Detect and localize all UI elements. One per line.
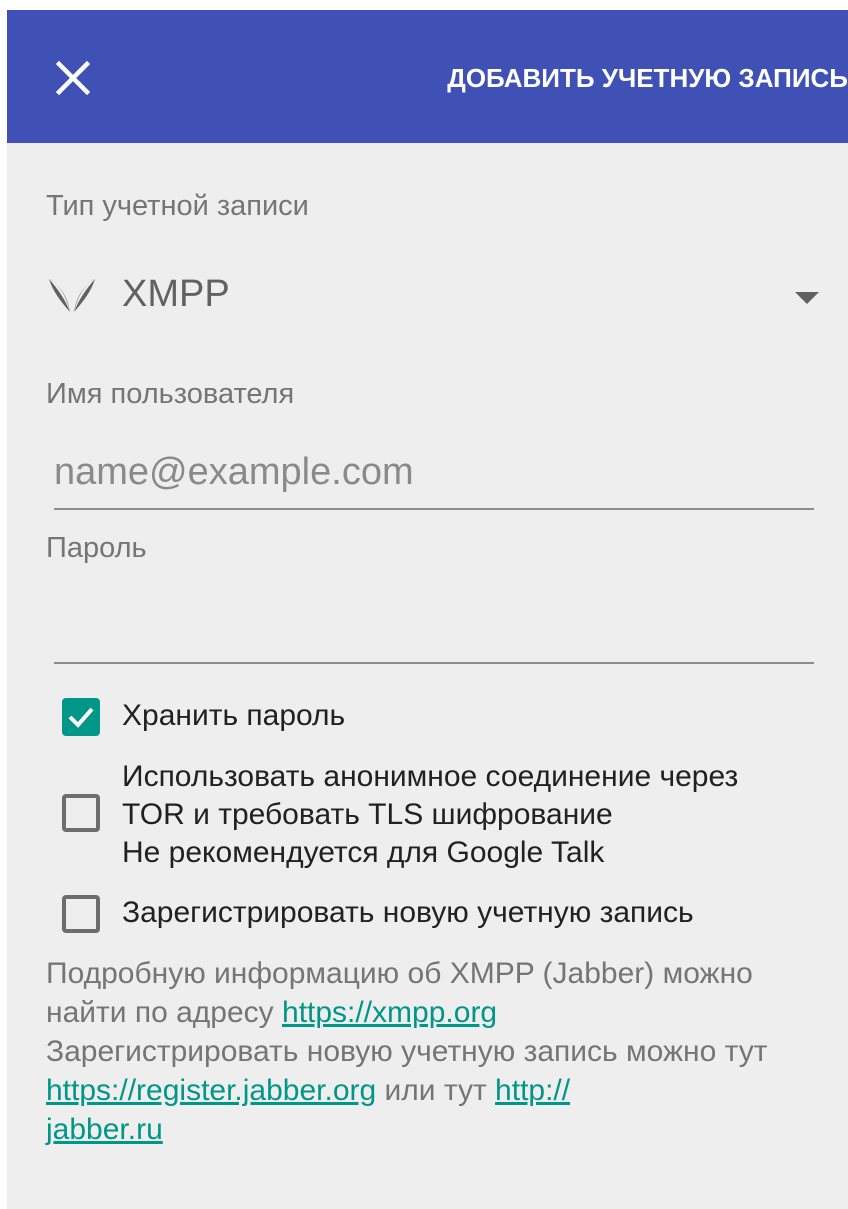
jabber-ru-link-part2: jabber.ru xyxy=(46,1113,163,1146)
save-password-checkbox[interactable] xyxy=(62,698,100,736)
save-password-option[interactable]: Хранить пароль xyxy=(60,696,440,738)
tor-label-line2: TOR и требовать TLS шифрование xyxy=(122,798,613,831)
account-type-value: XMPP xyxy=(122,273,230,315)
add-account-button[interactable]: ДОБАВИТЬ УЧЕТНУЮ ЗАПИСЬ xyxy=(447,50,848,106)
toolbar: ДОБАВИТЬ УЧЕТНУЮ ЗАПИСЬ xyxy=(7,10,848,143)
account-type-spinner[interactable]: XMPP xyxy=(46,265,826,327)
password-label: Пароль xyxy=(46,532,147,564)
info-text: Подробную информацию об XMPP (Jabber) мо… xyxy=(46,954,836,1149)
info-text-3: или тут xyxy=(376,1074,496,1107)
tor-label-line1: Использовать анонимное соединение через xyxy=(122,760,739,793)
xmpp-logo-icon xyxy=(49,279,95,312)
xmpp-org-link[interactable]: https://xmpp.org xyxy=(282,996,497,1029)
add-account-screen: ДОБАВИТЬ УЧЕТНУЮ ЗАПИСЬ Тип учетной запи… xyxy=(7,10,848,1209)
jabber-ru-link-part1: http:// xyxy=(495,1074,571,1107)
register-jabber-link[interactable]: https://register.jabber.org xyxy=(46,1074,376,1107)
password-input[interactable] xyxy=(54,598,814,664)
tor-checkbox[interactable] xyxy=(62,794,100,832)
check-icon xyxy=(68,707,94,728)
dropdown-arrow-icon xyxy=(795,292,819,304)
register-label: Зарегистрировать новую учетную запись xyxy=(122,896,694,929)
close-button[interactable] xyxy=(45,50,101,106)
info-text-2: Зарегистрировать новую учетную запись мо… xyxy=(46,1035,768,1068)
tor-label-line3: Не рекомендуется для Google Talk xyxy=(122,836,605,869)
username-input[interactable] xyxy=(54,444,814,510)
account-type-label: Тип учетной записи xyxy=(46,190,309,222)
save-password-label: Хранить пароль xyxy=(122,699,346,732)
register-option[interactable]: Зарегистрировать новую учетную запись xyxy=(60,893,800,935)
register-checkbox[interactable] xyxy=(62,895,100,933)
close-icon xyxy=(56,61,90,95)
tor-option[interactable]: Использовать анонимное соединение через … xyxy=(60,757,830,877)
username-label: Имя пользователя xyxy=(46,378,295,410)
